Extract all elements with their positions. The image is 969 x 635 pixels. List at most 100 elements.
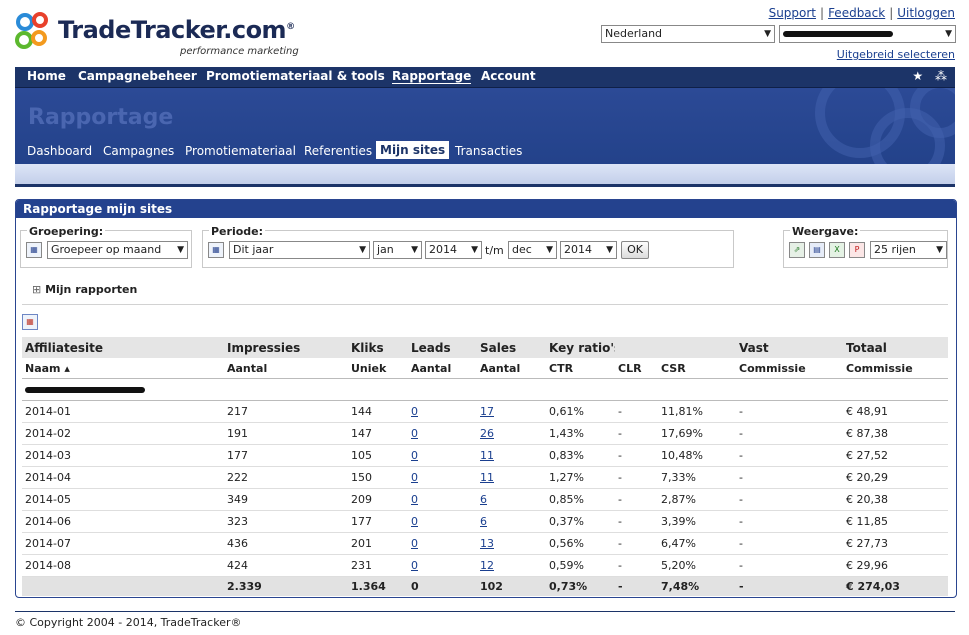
tradetracker-logo[interactable]: TradeTracker.com® performance marketing	[14, 10, 304, 60]
table-cell: 6,47%	[658, 532, 736, 555]
leads-link[interactable]: 0	[411, 471, 418, 484]
table-cell: 0,59%	[546, 554, 615, 577]
table-cell: 1,27%	[546, 466, 615, 489]
leads-link[interactable]: 0	[411, 559, 418, 572]
grouping-label: Groepering:	[27, 225, 106, 238]
sales-link[interactable]: 6	[480, 515, 487, 528]
sales-link[interactable]: 13	[480, 537, 494, 550]
column-header: CTR	[546, 358, 615, 379]
my-reports-toggle[interactable]: ⊞ Mijn rapporten	[32, 283, 137, 296]
subnav-referenties[interactable]: Referenties	[304, 144, 372, 158]
main-nav: Home Campagnebeheer Promotiemateriaal & …	[15, 67, 955, 88]
support-link[interactable]: Support	[769, 6, 816, 20]
pdf-icon[interactable]: P	[849, 242, 865, 258]
nav-promotiemateriaal[interactable]: Promotiemateriaal & tools	[206, 69, 385, 83]
nav-home[interactable]: Home	[27, 69, 66, 83]
banner-title: Rapportage	[28, 105, 174, 130]
subnav-mijn-sites[interactable]: Mijn sites	[376, 141, 450, 159]
panel-title: Rapportage mijn sites	[16, 200, 956, 218]
table-cell: -	[615, 510, 658, 533]
nav-account[interactable]: Account	[481, 69, 536, 83]
chevron-down-icon: ▼	[411, 245, 418, 255]
top-links: Support | Feedback | Uitloggen	[768, 6, 955, 20]
nav-campagnebeheer[interactable]: Campagnebeheer	[78, 69, 197, 83]
sales-link[interactable]: 11	[480, 449, 494, 462]
nav-rapportage[interactable]: Rapportage	[392, 69, 472, 84]
ok-button[interactable]: OK	[621, 241, 649, 259]
table-cell: 105	[348, 444, 408, 467]
chevron-down-icon: ▼	[471, 245, 478, 255]
sitemap-icon[interactable]: ⁂	[935, 69, 947, 83]
table-cell: 222	[224, 466, 348, 489]
to-year-select[interactable]: 2014 ▼	[560, 241, 617, 259]
grouping-select[interactable]: Groepeer op maand ▼	[47, 241, 188, 259]
column-header: Aantal	[224, 358, 348, 379]
group-header: Key ratio's	[546, 337, 615, 358]
logout-link[interactable]: Uitloggen	[897, 6, 955, 20]
table-row: 2014-06 323 177 0 6 0,37% -3,39% - € 11,85	[22, 510, 948, 533]
group-header	[658, 337, 736, 358]
table-cell: 150	[348, 466, 408, 489]
table-cell: 191	[224, 422, 348, 445]
column-header: CLR	[615, 358, 658, 379]
to-month-select[interactable]: dec ▼	[508, 241, 557, 259]
account-select[interactable]: ▼	[779, 25, 956, 43]
subnav-transacties[interactable]: Transacties	[455, 144, 522, 158]
sales-link[interactable]: 6	[480, 493, 487, 506]
leads-link[interactable]: 0	[411, 405, 418, 418]
subnav-promotiemateriaal[interactable]: Promotiemateriaal	[185, 144, 296, 158]
leads-link[interactable]: 0	[411, 449, 418, 462]
sort-naam-header: Naam ▴	[22, 358, 224, 379]
table-cell: 6	[477, 488, 546, 511]
table-cell: 2014-03	[22, 444, 224, 467]
subnav-campagnes[interactable]: Campagnes	[103, 144, 174, 158]
advanced-select-link[interactable]: Uitgebreid selecteren	[837, 48, 955, 61]
affiliate-site-name[interactable]	[22, 378, 948, 401]
country-select[interactable]: Nederland ▼	[601, 25, 775, 43]
totals-row: 2.339 1.364 0 102 0,73% -7,48% - € 274,03	[22, 576, 948, 596]
column-header: Aantal	[477, 358, 546, 379]
table-cell: 26	[477, 422, 546, 445]
excel-icon[interactable]: X	[829, 242, 845, 258]
table-cell: 0	[408, 466, 477, 489]
table-cell: € 48,91	[843, 400, 948, 423]
period-select[interactable]: Dit jaar ▼	[229, 241, 370, 259]
feedback-link[interactable]: Feedback	[828, 6, 885, 20]
column-chooser-icon[interactable]: ▦	[22, 314, 38, 330]
sales-link[interactable]: 17	[480, 405, 494, 418]
table-header-columns: Naam ▴ Aantal Uniek Aantal Aantal CTR CLR CSR Co…	[22, 358, 948, 379]
chevron-down-icon: ▼	[945, 29, 952, 39]
sales-link[interactable]: 26	[480, 427, 494, 440]
leads-link[interactable]: 0	[411, 515, 418, 528]
report-table: Affiliatesite Impressies Kliks Leads Sales Ke…	[22, 337, 948, 596]
chevron-down-icon: ▼	[546, 245, 553, 255]
table-cell: 7,33%	[658, 466, 736, 489]
rows-select[interactable]: 25 rijen ▼	[870, 241, 947, 259]
period-label: Periode:	[209, 225, 266, 238]
subnav-dashboard[interactable]: Dashboard	[27, 144, 92, 158]
sales-link[interactable]: 12	[480, 559, 494, 572]
star-icon[interactable]: ★	[912, 69, 923, 83]
chevron-down-icon: ▼	[606, 245, 613, 255]
export-icon[interactable]: ⇗	[789, 242, 805, 258]
group-header: Kliks	[348, 337, 408, 358]
from-month-select[interactable]: jan ▼	[373, 241, 422, 259]
view-box: Weergave: ⇗ ▤ X P 25 rijen ▼	[783, 225, 948, 268]
table-cell: € 87,38	[843, 422, 948, 445]
from-year-select[interactable]: 2014 ▼	[425, 241, 482, 259]
table-cell: 424	[224, 554, 348, 577]
banner-band	[15, 164, 955, 184]
leads-link[interactable]: 0	[411, 537, 418, 550]
leads-link[interactable]: 0	[411, 493, 418, 506]
leads-link[interactable]: 0	[411, 427, 418, 440]
table-cell: € 20,29	[843, 466, 948, 489]
print-icon[interactable]: ▤	[809, 242, 825, 258]
column-header: Commissie	[843, 358, 948, 379]
table-cell: 12	[477, 554, 546, 577]
table-row: 2014-01 217 144 0 17 0,61% -11,81% - € 48,91	[22, 400, 948, 423]
table-cell: € 29,96	[843, 554, 948, 577]
calendar-icon[interactable]: ▦	[208, 242, 224, 258]
sales-link[interactable]: 11	[480, 471, 494, 484]
table-cell: -	[615, 400, 658, 423]
table-row: 2014-08 424 231 0 12 0,59% -5,20% - € 29,96	[22, 554, 948, 577]
